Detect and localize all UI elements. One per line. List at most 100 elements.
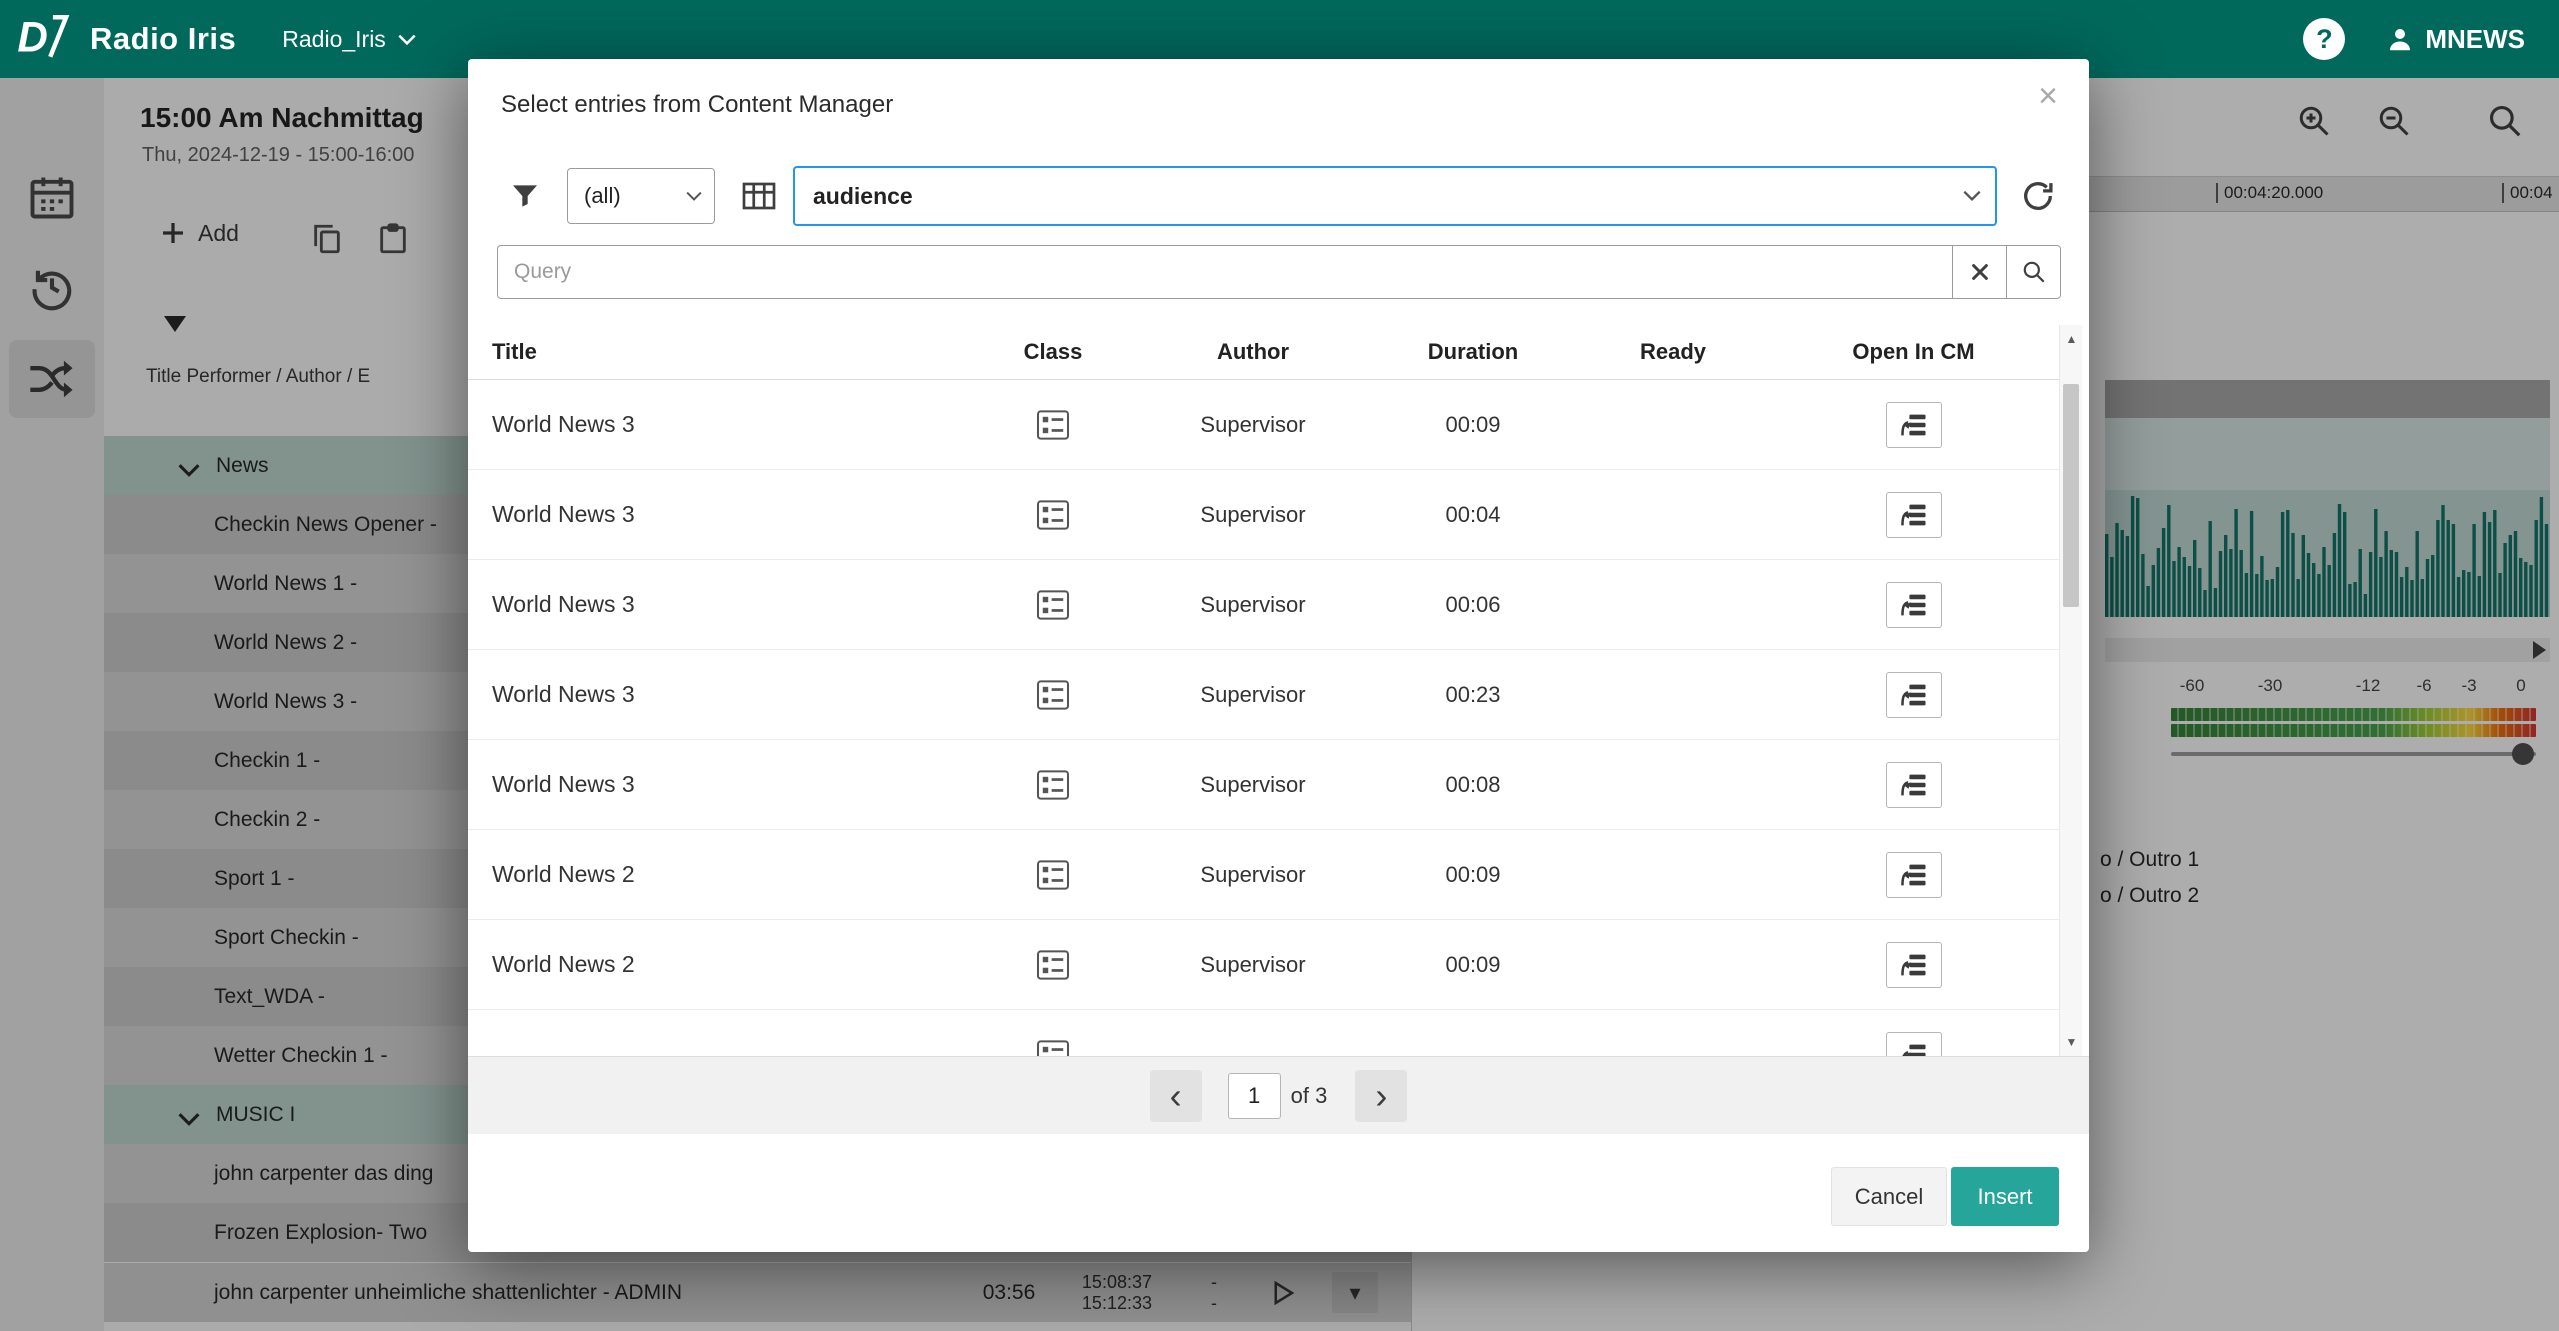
row-duration: 00:06 <box>1368 592 1578 618</box>
row-title: World News 2 <box>468 861 968 888</box>
open-in-cm-button[interactable] <box>1886 492 1942 538</box>
scroll-down-icon[interactable]: ▼ <box>2060 1030 2083 1054</box>
class-cell <box>968 680 1138 710</box>
table-view-button[interactable] <box>741 180 777 212</box>
row-title: World News 3 <box>468 501 968 528</box>
page-number-input[interactable] <box>1228 1073 1281 1119</box>
table-header: Title Class Author Duration Ready Open I… <box>468 325 2059 380</box>
open-in-cm-button[interactable] <box>1886 852 1942 898</box>
refresh-button[interactable] <box>2015 173 2061 219</box>
open-in-cm-button[interactable] <box>1886 582 1942 628</box>
previous-page-button[interactable]: ‹ <box>1150 1070 1202 1122</box>
open-in-cm-button[interactable] <box>1886 1032 1942 1057</box>
document-class-icon <box>1036 1040 1070 1057</box>
row-title: World News 3 <box>468 681 968 708</box>
document-class-icon <box>1036 770 1070 800</box>
category-select[interactable]: (all) <box>567 168 715 224</box>
table-row[interactable]: World News 3 Supervisor 00:06 <box>468 560 2059 650</box>
filter-icon <box>509 180 541 212</box>
help-button[interactable]: ? <box>2303 18 2345 60</box>
open-in-cm-icon <box>1899 1041 1929 1057</box>
scrollbar-thumb[interactable] <box>2063 384 2079 607</box>
table-row[interactable]: World News 3 Supervisor 00:04 <box>468 470 2059 560</box>
saved-search-input[interactable] <box>795 168 1995 224</box>
document-class-icon <box>1036 950 1070 980</box>
class-cell <box>968 500 1138 530</box>
vertical-scrollbar[interactable]: ▲ ▼ <box>2059 325 2082 1056</box>
column-header-duration[interactable]: Duration <box>1368 339 1578 365</box>
table-row[interactable]: World News 2 Supervisor 00:09 <box>468 830 2059 920</box>
open-in-cm-icon <box>1899 861 1929 889</box>
class-cell <box>968 950 1138 980</box>
workspace-dropdown[interactable]: Radio_Iris <box>282 26 416 53</box>
chevron-down-icon <box>1963 190 1981 201</box>
svg-text:D: D <box>17 14 47 61</box>
workspace-label: Radio_Iris <box>282 26 386 53</box>
row-title: World News 2 <box>468 951 968 978</box>
class-cell <box>968 1040 1138 1057</box>
dialog-title: Select entries from Content Manager <box>501 91 893 119</box>
table-grid-icon <box>741 181 777 211</box>
column-header-ready[interactable]: Ready <box>1578 339 1768 365</box>
row-author: Supervisor <box>1138 862 1368 888</box>
user-menu[interactable]: MNEWS <box>2385 24 2525 55</box>
content-manager-dialog: Select entries from Content Manager × (a… <box>468 59 2089 1252</box>
row-duration: 00:09 <box>1368 862 1578 888</box>
table-row[interactable]: World News 3 Supervisor 00:09 <box>468 380 2059 470</box>
row-title: World News 3 <box>468 591 968 618</box>
open-in-cm-button[interactable] <box>1886 942 1942 988</box>
class-cell <box>968 590 1138 620</box>
row-author: Supervisor <box>1138 772 1368 798</box>
open-in-cm-button[interactable] <box>1886 672 1942 718</box>
class-cell <box>968 770 1138 800</box>
app-name: Radio Iris <box>90 21 236 57</box>
table-row[interactable] <box>468 1010 2059 1056</box>
open-in-cm-icon <box>1899 951 1929 979</box>
column-header-class[interactable]: Class <box>968 339 1138 365</box>
pagination: ‹ of 3 › <box>468 1056 2089 1134</box>
next-page-button[interactable]: › <box>1355 1070 1407 1122</box>
table-row[interactable]: World News 3 Supervisor 00:23 <box>468 650 2059 740</box>
row-duration: 00:23 <box>1368 682 1578 708</box>
open-in-cm-icon <box>1899 771 1929 799</box>
query-input[interactable] <box>497 245 1953 299</box>
filter-row: (all) <box>501 165 2061 227</box>
column-header-author[interactable]: Author <box>1138 339 1368 365</box>
saved-search-combobox[interactable] <box>793 166 1997 226</box>
open-in-cm-button[interactable] <box>1886 402 1942 448</box>
column-header-open-in-cm[interactable]: Open In CM <box>1768 339 2059 365</box>
document-class-icon <box>1036 680 1070 710</box>
clear-query-button[interactable] <box>1952 245 2007 299</box>
chevron-down-icon <box>398 34 416 45</box>
table-row[interactable]: World News 3 Supervisor 00:08 <box>468 740 2059 830</box>
person-icon <box>2385 24 2415 54</box>
open-in-cm-icon <box>1899 591 1929 619</box>
search-button[interactable] <box>2006 245 2061 299</box>
table-row[interactable]: World News 2 Supervisor 00:09 <box>468 920 2059 1010</box>
row-duration: 00:09 <box>1368 412 1578 438</box>
chevron-down-icon <box>686 191 702 201</box>
class-cell <box>968 860 1138 890</box>
close-button[interactable]: × <box>2025 73 2071 119</box>
insert-button[interactable]: Insert <box>1951 1167 2059 1226</box>
row-author: Supervisor <box>1138 412 1368 438</box>
row-author: Supervisor <box>1138 592 1368 618</box>
scroll-up-icon[interactable]: ▲ <box>2060 327 2083 351</box>
open-in-cm-icon <box>1899 411 1929 439</box>
row-author: Supervisor <box>1138 502 1368 528</box>
refresh-icon <box>2020 178 2056 214</box>
class-cell <box>968 410 1138 440</box>
table-body: World News 3 Supervisor 00:09 World News… <box>468 380 2059 1056</box>
search-icon <box>2021 259 2047 285</box>
page-count-label: of 3 <box>1291 1083 1328 1109</box>
row-duration: 00:09 <box>1368 952 1578 978</box>
open-in-cm-button[interactable] <box>1886 762 1942 808</box>
column-header-title[interactable]: Title <box>468 339 968 365</box>
row-duration: 00:04 <box>1368 502 1578 528</box>
cancel-button[interactable]: Cancel <box>1831 1167 1947 1226</box>
row-author: Supervisor <box>1138 952 1368 978</box>
clear-icon <box>1969 261 1991 283</box>
open-in-cm-icon <box>1899 681 1929 709</box>
document-class-icon <box>1036 860 1070 890</box>
application-window: D Radio Iris Radio_Iris ? MNEWS 15:00 Am… <box>0 0 2559 1331</box>
